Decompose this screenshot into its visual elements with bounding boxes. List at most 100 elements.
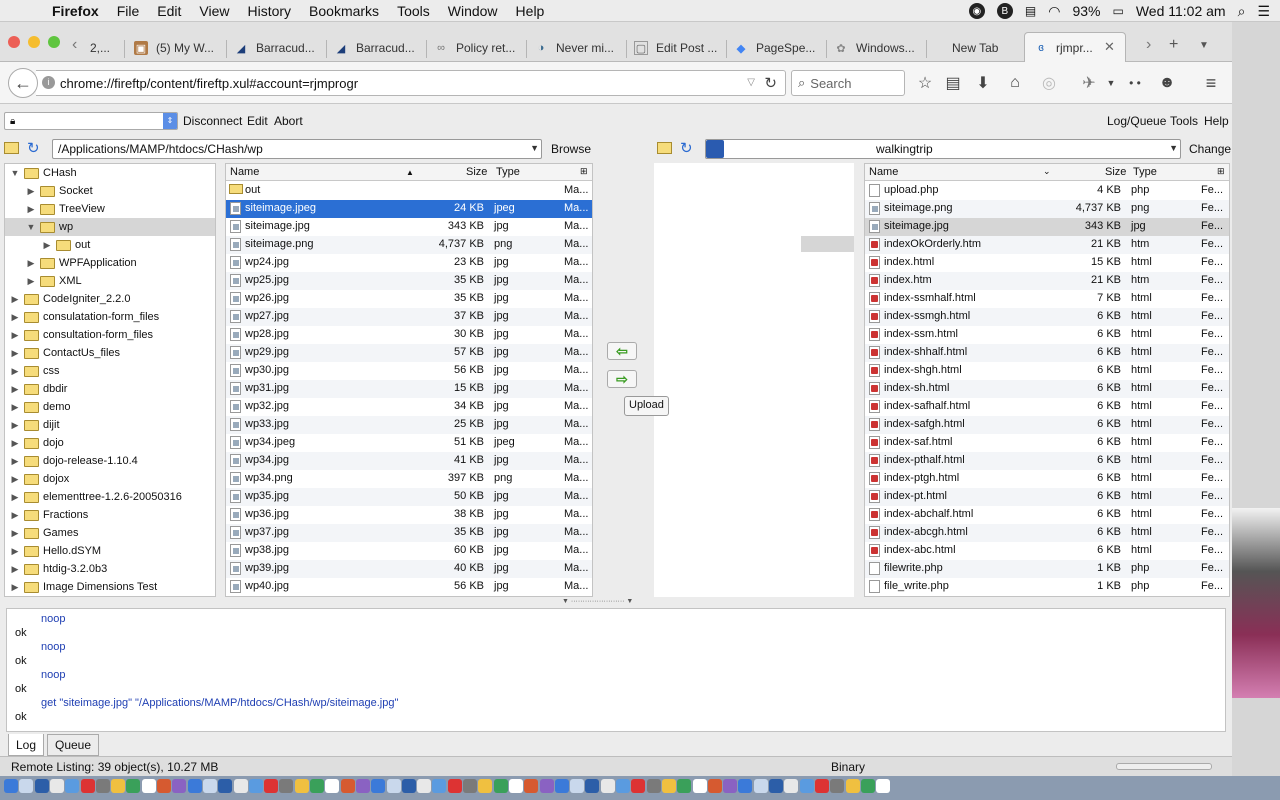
tree-item[interactable]: ▶ TreeView bbox=[5, 200, 215, 218]
back-button[interactable]: ← bbox=[8, 68, 38, 98]
remote-col-name[interactable]: Name bbox=[869, 166, 898, 178]
file-row[interactable]: wp26.jpg 35 KB jpg Ma... bbox=[226, 290, 592, 308]
file-row[interactable]: filewrite.php 1 KB php Fe... bbox=[865, 560, 1229, 578]
dock-app-icon[interactable] bbox=[218, 779, 233, 793]
more-tools-icon[interactable]: • • bbox=[1124, 72, 1146, 94]
tree-item[interactable]: ▶ dijit bbox=[5, 416, 215, 434]
tree-item[interactable]: ▶ WPFApplication bbox=[5, 254, 215, 272]
dock-app-icon[interactable] bbox=[325, 779, 340, 793]
dock-app-icon[interactable] bbox=[248, 779, 263, 793]
dock-app-icon[interactable] bbox=[830, 779, 845, 793]
keyboard-icon[interactable]: ▤ bbox=[1025, 4, 1036, 18]
remote-path-dropdown-icon[interactable]: ▼ bbox=[1169, 143, 1178, 153]
spotlight-icon[interactable]: ⌕ bbox=[1238, 3, 1246, 20]
dock-app-icon[interactable] bbox=[463, 779, 477, 793]
battery-percent[interactable]: 93% bbox=[1072, 3, 1100, 19]
file-row[interactable]: wp33.jpg 25 KB jpg Ma... bbox=[226, 416, 592, 434]
account-select[interactable]: 🔒︎ ⇕ bbox=[4, 112, 178, 130]
dock-app-icon[interactable] bbox=[447, 779, 462, 793]
local-folder-tree[interactable]: ▼ CHash ▶ Socket ▶ TreeView ▼ wp ▶ out ▶ WPFApplica… bbox=[4, 163, 216, 597]
menu-window[interactable]: Window bbox=[448, 3, 498, 19]
local-column-picker-icon[interactable]: ⊞ bbox=[580, 166, 588, 177]
local-col-name[interactable]: Name bbox=[230, 166, 259, 178]
dock-app-icon[interactable] bbox=[4, 779, 18, 793]
remote-col-size[interactable]: Size bbox=[1105, 166, 1126, 178]
hamburger-menu-icon[interactable]: ≡ bbox=[1200, 72, 1222, 94]
sync-icon[interactable]: ◎ bbox=[1038, 72, 1060, 94]
search-input[interactable]: ⌕ Search bbox=[791, 70, 905, 96]
tree-item[interactable]: ▶ Games bbox=[5, 524, 215, 542]
remote-col-type[interactable]: Type bbox=[1133, 166, 1157, 178]
file-row[interactable]: wp31.jpg 15 KB jpg Ma... bbox=[226, 380, 592, 398]
tree-item[interactable]: ▶ dojox bbox=[5, 470, 215, 488]
tree-expand-icon[interactable]: ▶ bbox=[9, 546, 21, 557]
file-row[interactable]: index-sh.html 6 KB html Fe... bbox=[865, 380, 1229, 398]
tab-10[interactable]: New Tab bbox=[952, 34, 1012, 62]
dock-app-icon[interactable] bbox=[585, 779, 600, 793]
file-row[interactable]: wp39.jpg 40 KB jpg Ma... bbox=[226, 560, 592, 578]
url-text[interactable]: chrome://fireftp/content/fireftp.xul#acc… bbox=[60, 76, 358, 91]
dock-app-icon[interactable] bbox=[294, 779, 309, 793]
file-row[interactable]: file_write.php 1 KB php Fe... bbox=[865, 578, 1229, 596]
tree-expand-icon[interactable]: ▶ bbox=[9, 420, 21, 431]
file-row[interactable]: wp37.jpg 35 KB jpg Ma... bbox=[226, 524, 592, 542]
dock-app-icon[interactable] bbox=[355, 779, 370, 793]
tree-item[interactable]: ▶ css bbox=[5, 362, 215, 380]
dock-app-icon[interactable] bbox=[157, 779, 171, 793]
tab-3[interactable]: ◢ Barracud... bbox=[234, 34, 320, 62]
file-row[interactable]: index-shhalf.html 6 KB html Fe... bbox=[865, 344, 1229, 362]
file-row[interactable]: index-pthalf.html 6 KB html Fe... bbox=[865, 452, 1229, 470]
account-dropdown-icon[interactable]: ⇕ bbox=[163, 113, 177, 129]
file-row[interactable]: siteimage.jpg 343 KB jpg Fe... bbox=[865, 218, 1229, 236]
dock-app-icon[interactable] bbox=[95, 779, 110, 793]
dock-app-icon[interactable] bbox=[738, 779, 753, 793]
tree-expand-icon[interactable]: ▶ bbox=[25, 258, 37, 269]
tab-7[interactable]: ▢ Edit Post ... bbox=[634, 34, 724, 62]
file-row[interactable]: index-ssm.html 6 KB html Fe... bbox=[865, 326, 1229, 344]
dock-app-icon[interactable] bbox=[723, 779, 738, 793]
tree-expand-icon[interactable]: ▶ bbox=[25, 276, 37, 287]
file-row[interactable]: out Ma... bbox=[226, 182, 592, 200]
dock-app-icon[interactable] bbox=[554, 779, 569, 793]
dock-app-icon[interactable] bbox=[707, 779, 722, 793]
file-row[interactable]: index-ssmgh.html 6 KB html Fe... bbox=[865, 308, 1229, 326]
tab-1[interactable]: 2,... bbox=[90, 34, 120, 62]
dock-app-icon[interactable] bbox=[570, 779, 585, 793]
site-info-icon[interactable]: i bbox=[42, 76, 55, 89]
tab-4[interactable]: ◢ Barracud... bbox=[334, 34, 420, 62]
tree-expand-icon[interactable]: ▶ bbox=[9, 330, 21, 341]
tab-log[interactable]: Log bbox=[8, 734, 45, 756]
notification-center-icon[interactable]: ☰ bbox=[1257, 3, 1270, 20]
addon-icon[interactable]: ✈ bbox=[1078, 72, 1100, 94]
dock-app-icon[interactable] bbox=[539, 779, 554, 793]
tab-queue[interactable]: Queue bbox=[47, 734, 100, 756]
dock-app-icon[interactable] bbox=[616, 779, 630, 793]
dock-app-icon[interactable] bbox=[417, 779, 432, 793]
tree-expand-icon[interactable]: ▶ bbox=[41, 240, 53, 251]
tree-item[interactable]: ▶ ContactUs_files bbox=[5, 344, 215, 362]
menu-history[interactable]: History bbox=[247, 3, 291, 19]
tab-11[interactable]: ɞ rjmpr... bbox=[1034, 34, 1100, 62]
tree-expand-icon[interactable]: ▶ bbox=[9, 474, 21, 485]
reload-icon[interactable]: ↻ bbox=[764, 74, 777, 92]
file-row[interactable]: wp32.jpg 34 KB jpg Ma... bbox=[226, 398, 592, 416]
file-row[interactable]: wp27.jpg 37 KB jpg Ma... bbox=[226, 308, 592, 326]
tree-expand-icon[interactable]: ▶ bbox=[9, 402, 21, 413]
dock-app-icon[interactable] bbox=[371, 779, 386, 793]
tree-expand-icon[interactable]: ▶ bbox=[9, 312, 21, 323]
help-button[interactable]: Help bbox=[1204, 114, 1229, 128]
tree-item[interactable]: ▶ Fractions bbox=[5, 506, 215, 524]
tree-expand-icon[interactable]: ▶ bbox=[9, 528, 21, 539]
abort-button[interactable]: Abort bbox=[274, 114, 303, 128]
tab-2[interactable]: ▣ (5) My W... bbox=[134, 34, 224, 62]
edit-button[interactable]: Edit bbox=[247, 114, 268, 128]
tree-item[interactable]: ▶ out bbox=[5, 236, 215, 254]
tree-item[interactable]: ▼ CHash bbox=[5, 164, 215, 182]
file-row[interactable]: index-abchalf.html 6 KB html Fe... bbox=[865, 506, 1229, 524]
menu-bookmarks[interactable]: Bookmarks bbox=[309, 3, 379, 19]
dock-app-icon[interactable] bbox=[845, 779, 860, 793]
file-row[interactable]: wp38.jpg 60 KB jpg Ma... bbox=[226, 542, 592, 560]
local-new-folder-icon[interactable] bbox=[4, 142, 19, 154]
tab-5[interactable]: ∞ Policy ret... bbox=[434, 34, 524, 62]
dock-app-icon[interactable] bbox=[876, 779, 891, 793]
